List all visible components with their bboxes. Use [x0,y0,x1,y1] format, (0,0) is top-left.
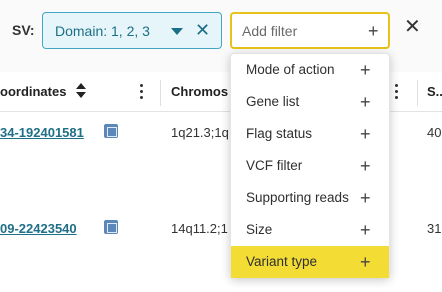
chromosome-cell: 1q21.3;1q [171,125,229,140]
domain-filter-chip-label: Domain: 1, 2, 3 [55,23,150,39]
chip-remove-icon[interactable]: ✕ [195,20,210,40]
add-filter-dropdown: Mode of action + Gene list + Flag status… [230,53,390,278]
chromosome-cell: 14q11.2;1 [171,221,228,236]
menu-item-mode-of-action[interactable]: Mode of action + [231,54,389,86]
column-divider [417,80,418,106]
menu-item-label: Gene list [246,94,300,109]
coordinates-link[interactable]: 09-22423540 [0,221,77,236]
menu-item-label: VCF filter [246,158,303,173]
plus-icon[interactable]: + [360,125,371,143]
menu-item-size[interactable]: Size + [231,214,389,246]
column-header-chromosome[interactable]: Chromos [171,84,228,99]
menu-item-label: Size [246,222,273,237]
domain-filter-chip[interactable]: Domain: 1, 2, 3 ✕ [42,12,222,49]
genome-browser-icon[interactable] [104,124,118,138]
add-filter-field[interactable]: + [230,12,390,49]
plus-icon[interactable]: + [360,157,371,175]
menu-item-supporting-reads[interactable]: Supporting reads + [231,182,389,214]
add-filter-input[interactable] [242,21,357,41]
plus-icon[interactable]: + [360,189,371,207]
sv-label: SV: [12,22,35,38]
column-divider [160,80,161,106]
menu-item-label: Flag status [246,126,313,141]
menu-item-vcf-filter[interactable]: VCF filter + [231,150,389,182]
column-header-truncated[interactable]: S... [427,84,442,99]
menu-item-variant-type[interactable]: Variant type + [231,246,389,278]
column-menu-icon[interactable] [395,84,399,100]
add-filter-plus-icon[interactable]: + [368,22,379,40]
coordinates-link[interactable]: 34-192401581 [0,125,84,140]
plus-icon[interactable]: + [360,93,371,111]
genome-browser-icon[interactable] [104,220,118,234]
close-filter-bar-icon[interactable]: ✕ [404,16,421,38]
sort-icon[interactable] [76,83,86,101]
column-header-coordinates[interactable]: oordinates [0,84,66,99]
plus-icon[interactable]: + [360,61,371,79]
row-value-cell: 40 [427,125,442,140]
plus-icon[interactable]: + [360,253,371,271]
menu-item-flag-status[interactable]: Flag status + [231,118,389,150]
menu-item-label: Variant type [246,254,318,269]
column-menu-icon[interactable] [140,84,144,100]
menu-item-gene-list[interactable]: Gene list + [231,86,389,118]
menu-item-label: Supporting reads [246,190,349,205]
chevron-down-icon[interactable] [171,28,183,35]
plus-icon[interactable]: + [360,221,371,239]
row-value-cell: 31 [427,221,442,236]
menu-item-label: Mode of action [246,62,335,77]
